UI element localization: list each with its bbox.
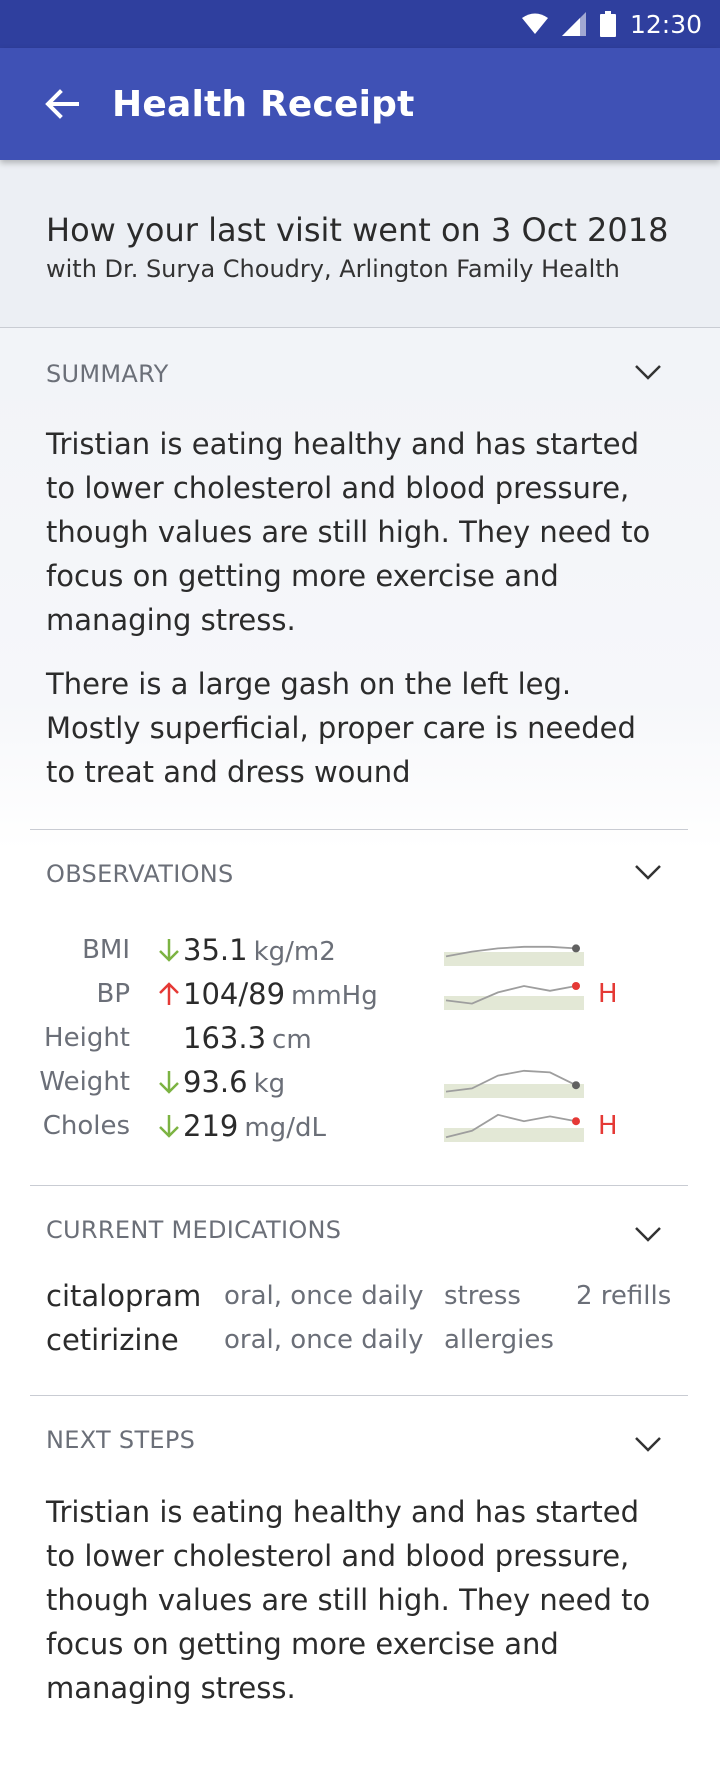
medication-refills: 2 refills <box>576 1281 672 1311</box>
observation-row: Height 163.3 cm <box>30 1016 688 1060</box>
medication-row: cetirizine oral, once daily allergies <box>46 1318 686 1362</box>
arrow-up-icon <box>159 982 179 1005</box>
back-button[interactable] <box>32 74 92 134</box>
summary-header[interactable]: SUMMARY <box>30 354 688 394</box>
arrow-back-icon <box>45 89 79 119</box>
observation-number: 163.3 <box>183 1021 267 1055</box>
next-steps-label: NEXT STEPS <box>46 1426 196 1454</box>
observation-label: Choles <box>42 1111 130 1141</box>
arrow-down-icon <box>159 939 179 962</box>
medication-name: cetirizine <box>46 1323 179 1357</box>
cellular-signal-icon <box>561 12 586 36</box>
medication-route: oral, once daily <box>224 1281 424 1311</box>
medications-section: CURRENT MEDICATIONS citalopram oral, onc… <box>30 1210 688 1360</box>
observation-number: 219 <box>183 1109 239 1143</box>
observation-unit: mmHg <box>291 981 378 1011</box>
latest-value-point <box>572 1081 580 1090</box>
medication-reason: allergies <box>444 1325 554 1355</box>
divider <box>30 1395 688 1396</box>
status-bar: 12:30 <box>0 0 720 48</box>
trend-sparkline <box>444 1113 584 1142</box>
observations-label: OBSERVATIONS <box>46 860 234 888</box>
trend-sparkline <box>444 1069 584 1098</box>
normal-range-band <box>444 1084 584 1098</box>
chevron-down-icon[interactable] <box>634 1434 662 1454</box>
summary-section: SUMMARY Tristian is eating healthy and h… <box>30 354 688 794</box>
observation-number: 93.6 <box>183 1065 248 1099</box>
chevron-down-icon[interactable] <box>634 862 662 882</box>
observation-row: BP 104/89 mmHg H <box>30 972 688 1016</box>
app-bar: Health Receipt <box>0 48 720 160</box>
visit-subtitle: with Dr. Surya Choudry, Arlington Family… <box>46 255 620 283</box>
observation-value: 163.3 cm <box>183 1016 312 1062</box>
trend-sparkline <box>444 944 584 966</box>
summary-paragraph: Tristian is eating healthy and has start… <box>46 427 651 637</box>
observation-number: 35.1 <box>183 933 248 967</box>
next-steps-section: NEXT STEPS Tristian is eating healthy an… <box>30 1420 688 1710</box>
latest-value-point <box>572 982 580 990</box>
observation-number: 104/89 <box>183 977 286 1011</box>
high-flag: H <box>598 1111 618 1141</box>
arrow-down-icon <box>159 1071 179 1094</box>
next-steps-paragraph: Tristian is eating healthy and has start… <box>46 1495 651 1705</box>
observation-row: BMI 35.1 kg/m2 <box>30 928 688 972</box>
medications-header[interactable]: CURRENT MEDICATIONS <box>30 1210 688 1250</box>
observation-value: 93.6 kg <box>183 1060 285 1106</box>
normal-range-band <box>444 952 584 966</box>
observation-unit: cm <box>272 1025 312 1055</box>
page-title: Health Receipt <box>112 83 415 125</box>
observation-unit: kg <box>253 1069 286 1099</box>
observation-unit: mg/dL <box>244 1113 326 1143</box>
status-time: 12:30 <box>629 9 702 39</box>
observation-value: 219 mg/dL <box>183 1104 326 1150</box>
observations-header[interactable]: OBSERVATIONS <box>30 854 688 894</box>
observation-row: Weight 93.6 kg <box>30 1060 688 1104</box>
observation-value: 104/89 mmHg <box>183 972 378 1018</box>
latest-value-point <box>572 1117 580 1126</box>
observation-label: Weight <box>39 1067 130 1097</box>
battery-icon <box>599 11 616 37</box>
arrow-down-icon <box>159 1115 179 1138</box>
medications-label: CURRENT MEDICATIONS <box>46 1216 342 1244</box>
observation-label: Height <box>44 1023 130 1053</box>
observation-unit: kg/m2 <box>253 937 336 967</box>
latest-value-point <box>572 944 580 953</box>
chevron-down-icon[interactable] <box>634 1224 662 1244</box>
summary-paragraph: There is a large gash on the left leg. M… <box>46 667 636 789</box>
observation-row: Choles 219 mg/dL H <box>30 1104 688 1148</box>
medication-route: oral, once daily <box>224 1325 424 1355</box>
divider <box>30 829 688 830</box>
normal-range-band <box>444 1128 584 1142</box>
visit-title: How your last visit went on 3 Oct 2018 <box>46 211 669 249</box>
medication-reason: stress <box>444 1281 521 1311</box>
medication-name: citalopram <box>46 1279 202 1313</box>
trend-sparkline <box>444 982 584 1010</box>
observation-label: BP <box>96 979 130 1009</box>
medication-row: citalopram oral, once daily stress 2 ref… <box>46 1274 686 1318</box>
high-flag: H <box>598 979 618 1009</box>
observations-section: OBSERVATIONS BMI 35.1 kg/m2 BP 104/89 mmHg H He… <box>30 854 688 1174</box>
observation-value: 35.1 kg/m2 <box>183 928 336 974</box>
next-steps-header[interactable]: NEXT STEPS <box>30 1420 688 1460</box>
visit-header: How your last visit went on 3 Oct 2018 w… <box>0 160 720 328</box>
observation-label: BMI <box>82 935 130 965</box>
divider <box>30 1185 688 1186</box>
chevron-down-icon[interactable] <box>634 362 662 382</box>
wifi-icon <box>521 13 548 34</box>
summary-label: SUMMARY <box>46 360 169 388</box>
